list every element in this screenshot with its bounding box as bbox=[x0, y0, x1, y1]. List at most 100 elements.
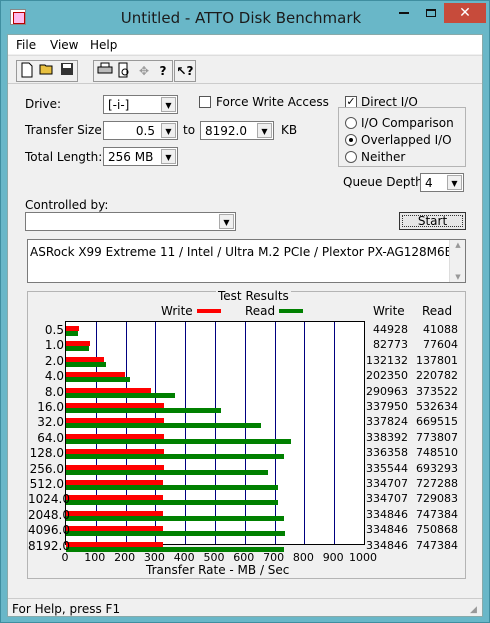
row-label: 1024.0 bbox=[28, 492, 70, 507]
write-value: 334846 bbox=[366, 507, 408, 521]
menu-help[interactable]: Help bbox=[90, 38, 117, 52]
transfer-size-from-select[interactable]: 0.5 ▼ bbox=[103, 121, 178, 140]
total-length-select[interactable]: 256 MB ▼ bbox=[103, 147, 178, 166]
queue-depth-value: 4 bbox=[425, 176, 433, 190]
maximize-button[interactable] bbox=[418, 3, 444, 23]
row-label: 64.0 bbox=[37, 430, 64, 445]
x-axis-label: Transfer Rate - MB / Sec bbox=[146, 563, 290, 577]
radio-overlapped-io[interactable] bbox=[345, 134, 357, 146]
grid-line bbox=[274, 322, 276, 544]
read-bar bbox=[66, 346, 89, 352]
read-bar bbox=[66, 361, 107, 367]
start-button[interactable]: Start bbox=[399, 212, 466, 230]
transfer-size-label: Transfer Size: bbox=[25, 123, 106, 137]
force-write-checkbox[interactable] bbox=[199, 96, 211, 108]
toolbar-context-help-group: ↖? bbox=[174, 60, 196, 82]
total-length-label: Total Length: bbox=[25, 150, 103, 164]
grid-line bbox=[244, 322, 246, 544]
transfer-size-to-select[interactable]: 8192.0 ▼ bbox=[200, 121, 274, 140]
row-label: 32.0 bbox=[37, 415, 64, 430]
write-value: 338392 bbox=[366, 430, 408, 444]
overlapped-io-label: Overlapped I/O bbox=[361, 133, 452, 147]
controlled-by-label: Controlled by: bbox=[25, 198, 109, 212]
menu-file[interactable]: File bbox=[16, 38, 36, 52]
row-label: 0.5 bbox=[44, 323, 64, 337]
minimize-button[interactable] bbox=[390, 3, 418, 23]
total-length-value: 256 MB bbox=[108, 150, 154, 164]
x-tick-label: 200 bbox=[114, 551, 136, 564]
x-tick-label: 1000 bbox=[349, 551, 377, 564]
write-value: 334707 bbox=[366, 477, 408, 490]
legend-write-swatch bbox=[197, 309, 221, 313]
x-tick-label: 900 bbox=[322, 551, 344, 564]
write-value: 334707 bbox=[366, 492, 408, 506]
read-value: 532634 bbox=[416, 400, 458, 413]
queue-depth-label: Queue Depth: bbox=[343, 175, 427, 189]
move-icon[interactable]: ✥ bbox=[135, 62, 153, 80]
read-bar bbox=[66, 438, 292, 444]
neither-label: Neither bbox=[361, 150, 406, 164]
grid-line bbox=[304, 322, 306, 544]
drive-label: Drive: bbox=[25, 97, 62, 111]
read-value: 41088 bbox=[423, 323, 458, 336]
x-tick-label: 100 bbox=[84, 551, 106, 564]
controlled-by-select[interactable]: ▼ bbox=[25, 212, 236, 231]
queue-depth-select[interactable]: 4 ▼ bbox=[420, 173, 464, 192]
read-bar bbox=[66, 331, 78, 336]
save-icon[interactable] bbox=[58, 62, 76, 80]
results-plot bbox=[65, 321, 365, 552]
close-icon: ✕ bbox=[459, 5, 471, 21]
help-icon[interactable]: ? bbox=[154, 62, 172, 80]
chevron-down-icon[interactable]: ▼ bbox=[161, 149, 176, 164]
read-bar bbox=[66, 423, 261, 429]
read-value: 773807 bbox=[416, 430, 458, 444]
chevron-down-icon[interactable]: ▼ bbox=[161, 97, 176, 112]
description-textarea[interactable]: ASRock X99 Extreme 11 / Intel / Ultra M.… bbox=[27, 239, 466, 283]
radio-io-comparison[interactable] bbox=[345, 117, 357, 129]
read-bar bbox=[66, 531, 285, 537]
write-value: 334846 bbox=[366, 523, 408, 537]
scroll-up-icon[interactable]: ▲ bbox=[450, 241, 466, 249]
drive-select[interactable]: [-i-] ▼ bbox=[103, 95, 178, 114]
status-text: For Help, press F1 bbox=[12, 602, 121, 616]
legend-write-label: Write bbox=[161, 304, 193, 318]
io-comparison-label: I/O Comparison bbox=[361, 116, 454, 130]
write-value: 334846 bbox=[366, 538, 408, 552]
description-scrollbar[interactable]: ▲ ▼ bbox=[449, 240, 465, 282]
read-bar bbox=[66, 454, 284, 460]
app-window: Untitled - ATTO Disk Benchmark ✕ File Vi… bbox=[0, 0, 490, 623]
maximize-icon bbox=[426, 9, 436, 17]
print-preview-icon[interactable] bbox=[115, 62, 133, 80]
new-icon[interactable] bbox=[18, 62, 36, 80]
read-bar bbox=[66, 469, 268, 475]
results-title: Test Results bbox=[216, 289, 291, 303]
chevron-down-icon[interactable]: ▼ bbox=[257, 123, 272, 138]
scroll-down-icon[interactable]: ▼ bbox=[450, 273, 466, 281]
close-button[interactable]: ✕ bbox=[444, 3, 486, 23]
radio-neither[interactable] bbox=[345, 151, 357, 163]
grid-line bbox=[334, 322, 336, 544]
read-bar bbox=[66, 500, 279, 506]
chevron-down-icon[interactable]: ▼ bbox=[447, 175, 462, 190]
col-read-header: Read bbox=[422, 304, 453, 318]
open-icon[interactable] bbox=[38, 62, 56, 80]
toolbar-print-group: ✥ ? bbox=[93, 60, 173, 82]
description-text: ASRock X99 Extreme 11 / Intel / Ultra M.… bbox=[30, 245, 453, 259]
grid-line bbox=[185, 322, 187, 544]
resize-grip-icon[interactable]: ◢ bbox=[470, 605, 480, 615]
title-bar[interactable]: Untitled - ATTO Disk Benchmark ✕ bbox=[1, 1, 489, 34]
read-bar bbox=[66, 485, 278, 490]
minimize-icon bbox=[399, 12, 409, 14]
chevron-down-icon[interactable]: ▼ bbox=[219, 214, 234, 229]
context-help-icon[interactable]: ↖? bbox=[176, 62, 194, 80]
read-value: 693293 bbox=[416, 461, 458, 475]
menu-view[interactable]: View bbox=[50, 38, 78, 52]
print-icon[interactable] bbox=[96, 62, 114, 80]
row-label: 16.0 bbox=[37, 400, 64, 414]
read-value: 137801 bbox=[416, 353, 458, 367]
read-value: 747384 bbox=[416, 507, 458, 521]
unit-label: KB bbox=[281, 123, 298, 137]
client-area: File View Help ✥ ? ↖? Drive: [-i-] ▼ For… bbox=[7, 34, 483, 617]
chevron-down-icon[interactable]: ▼ bbox=[161, 123, 176, 138]
write-value: 82773 bbox=[373, 338, 408, 352]
